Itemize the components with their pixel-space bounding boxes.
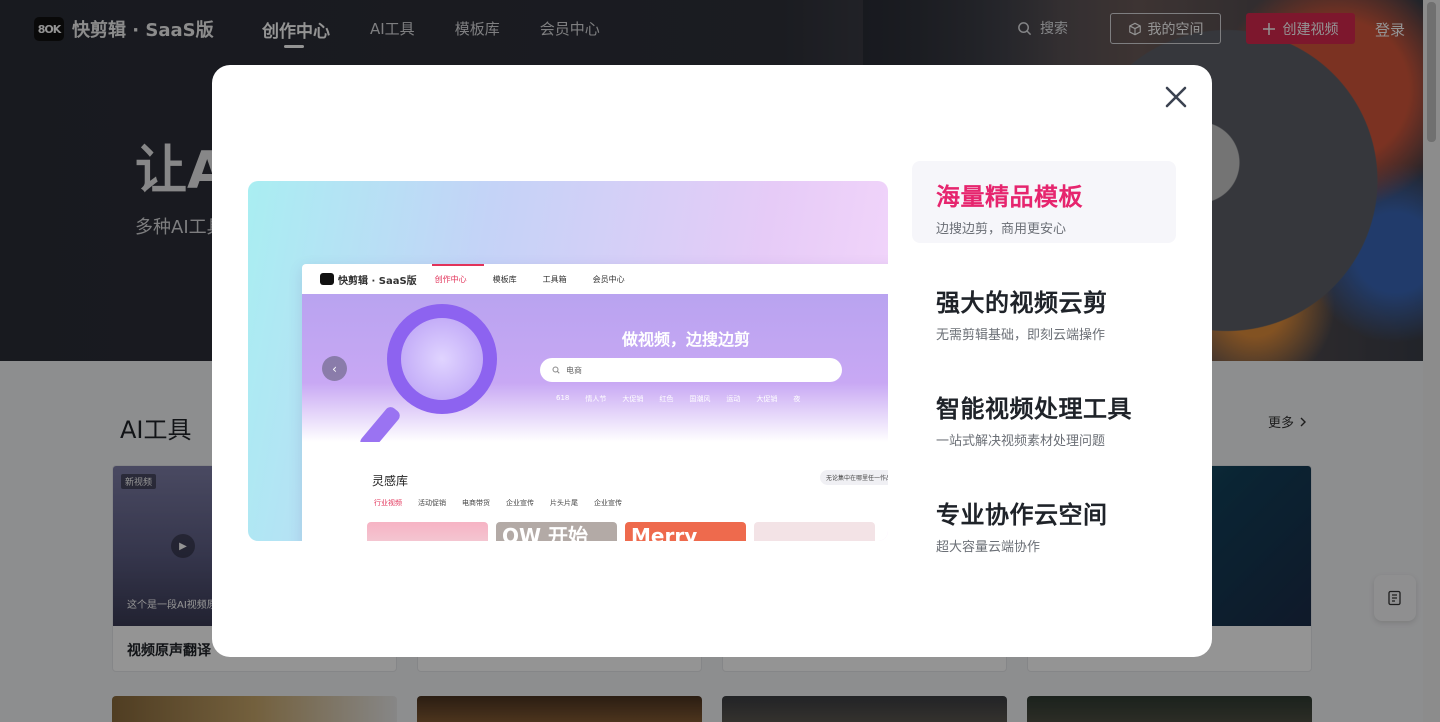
feature-title: 专业协作云空间 (936, 501, 1108, 529)
preview-nav: 快剪辑 · SaaS版 创作中心 模板库 工具箱 会员中心 (302, 264, 888, 294)
hot-tag: 国潮风 (689, 395, 711, 403)
hot-tag: 夜 (793, 395, 801, 403)
feature-preview: 快剪辑 · SaaS版 创作中心 模板库 工具箱 会员中心 ‹ 做视频，边搜边剪… (248, 181, 888, 541)
preview-logo: 快剪辑 · SaaS版 (320, 272, 417, 287)
chevron-left-icon: ‹ (322, 356, 347, 381)
hot-tag: 大促销 (756, 395, 778, 403)
preview-thumbnail: OW 开始 (496, 522, 617, 541)
library-tab: 活动促销 (418, 499, 446, 507)
preview-tab: 会员中心 (592, 274, 625, 284)
preview-library-tabs: 行业视频 活动促销 电商带货 企业宣传 片头片尾 企业宣传 (374, 498, 622, 508)
search-icon (552, 366, 560, 374)
feature-item-cloud-edit[interactable]: 强大的视频云剪 无需剪辑基础，即刻云端操作 (912, 267, 1176, 349)
feature-title: 强大的视频云剪 (936, 289, 1108, 317)
preview-thumbnails: OW 开始 Merry (367, 522, 875, 541)
preview-pill: 无论集中在哪里任一作品 (820, 470, 888, 485)
preview-headline: 做视频，边搜边剪 (622, 330, 751, 349)
hot-tag: 运动 (726, 395, 741, 403)
preview-thumbnail (754, 522, 875, 541)
feature-title: 海量精品模板 (936, 183, 1083, 211)
preview-tab: 模板库 (492, 274, 517, 284)
hot-tag: 情人节 (585, 395, 607, 403)
preview-search: 电商 (540, 358, 842, 382)
hot-tag: 618 (556, 394, 570, 402)
feature-desc: 一站式解决视频素材处理问题 (936, 434, 1106, 449)
hot-tag: 大促销 (622, 395, 644, 403)
preview-search-text: 电商 (566, 365, 582, 375)
feature-title: 智能视频处理工具 (936, 395, 1132, 423)
feature-list: 海量精品模板 边搜边剪，商用更安心 强大的视频云剪 无需剪辑基础，即刻云端操作 … (912, 161, 1176, 585)
library-tab: 片头片尾 (550, 499, 578, 507)
preview-thumbnail: Merry (625, 522, 746, 541)
preview-screenshot: 快剪辑 · SaaS版 创作中心 模板库 工具箱 会员中心 ‹ 做视频，边搜边剪… (302, 264, 888, 541)
feature-item-templates[interactable]: 海量精品模板 边搜边剪，商用更安心 (912, 161, 1176, 243)
library-tab: 企业宣传 (506, 499, 534, 507)
close-icon[interactable] (1163, 84, 1189, 110)
feature-desc: 无需剪辑基础，即刻云端操作 (936, 328, 1106, 343)
preview-logo-text: 快剪辑 · SaaS版 (338, 275, 417, 287)
hot-tag: 红色 (659, 395, 674, 403)
preview-tab: 工具箱 (542, 274, 567, 284)
preview-tab: 创作中心 (434, 274, 467, 284)
feature-intro-modal: 快剪辑 · SaaS版 创作中心 模板库 工具箱 会员中心 ‹ 做视频，边搜边剪… (212, 65, 1212, 657)
preview-library-title: 灵感库 (372, 474, 409, 488)
library-tab: 电商带货 (462, 499, 490, 507)
preview-banner: ‹ 做视频，边搜边剪 电商 618 情人节 大促销 红色 国潮风 运动 大促销 … (302, 294, 888, 442)
magnifier-graphic (387, 304, 497, 414)
preview-tab-indicator (432, 264, 484, 266)
preview-tabs: 创作中心 模板库 工具箱 会员中心 (435, 274, 625, 285)
feature-item-collab-space[interactable]: 专业协作云空间 超大容量云端协作 (912, 479, 1176, 561)
feature-item-smart-tools[interactable]: 智能视频处理工具 一站式解决视频素材处理问题 (912, 373, 1176, 455)
preview-logo-mark (320, 273, 334, 285)
magnifier-handle (357, 404, 403, 442)
preview-thumbnail (367, 522, 488, 541)
preview-hot-tags: 618 情人节 大促销 红色 国潮风 运动 大促销 夜 (556, 394, 800, 404)
library-tab: 企业宣传 (594, 499, 622, 507)
feature-desc: 超大容量云端协作 (936, 540, 1041, 555)
feature-desc: 边搜边剪，商用更安心 (936, 222, 1067, 237)
library-tab: 行业视频 (374, 499, 402, 507)
